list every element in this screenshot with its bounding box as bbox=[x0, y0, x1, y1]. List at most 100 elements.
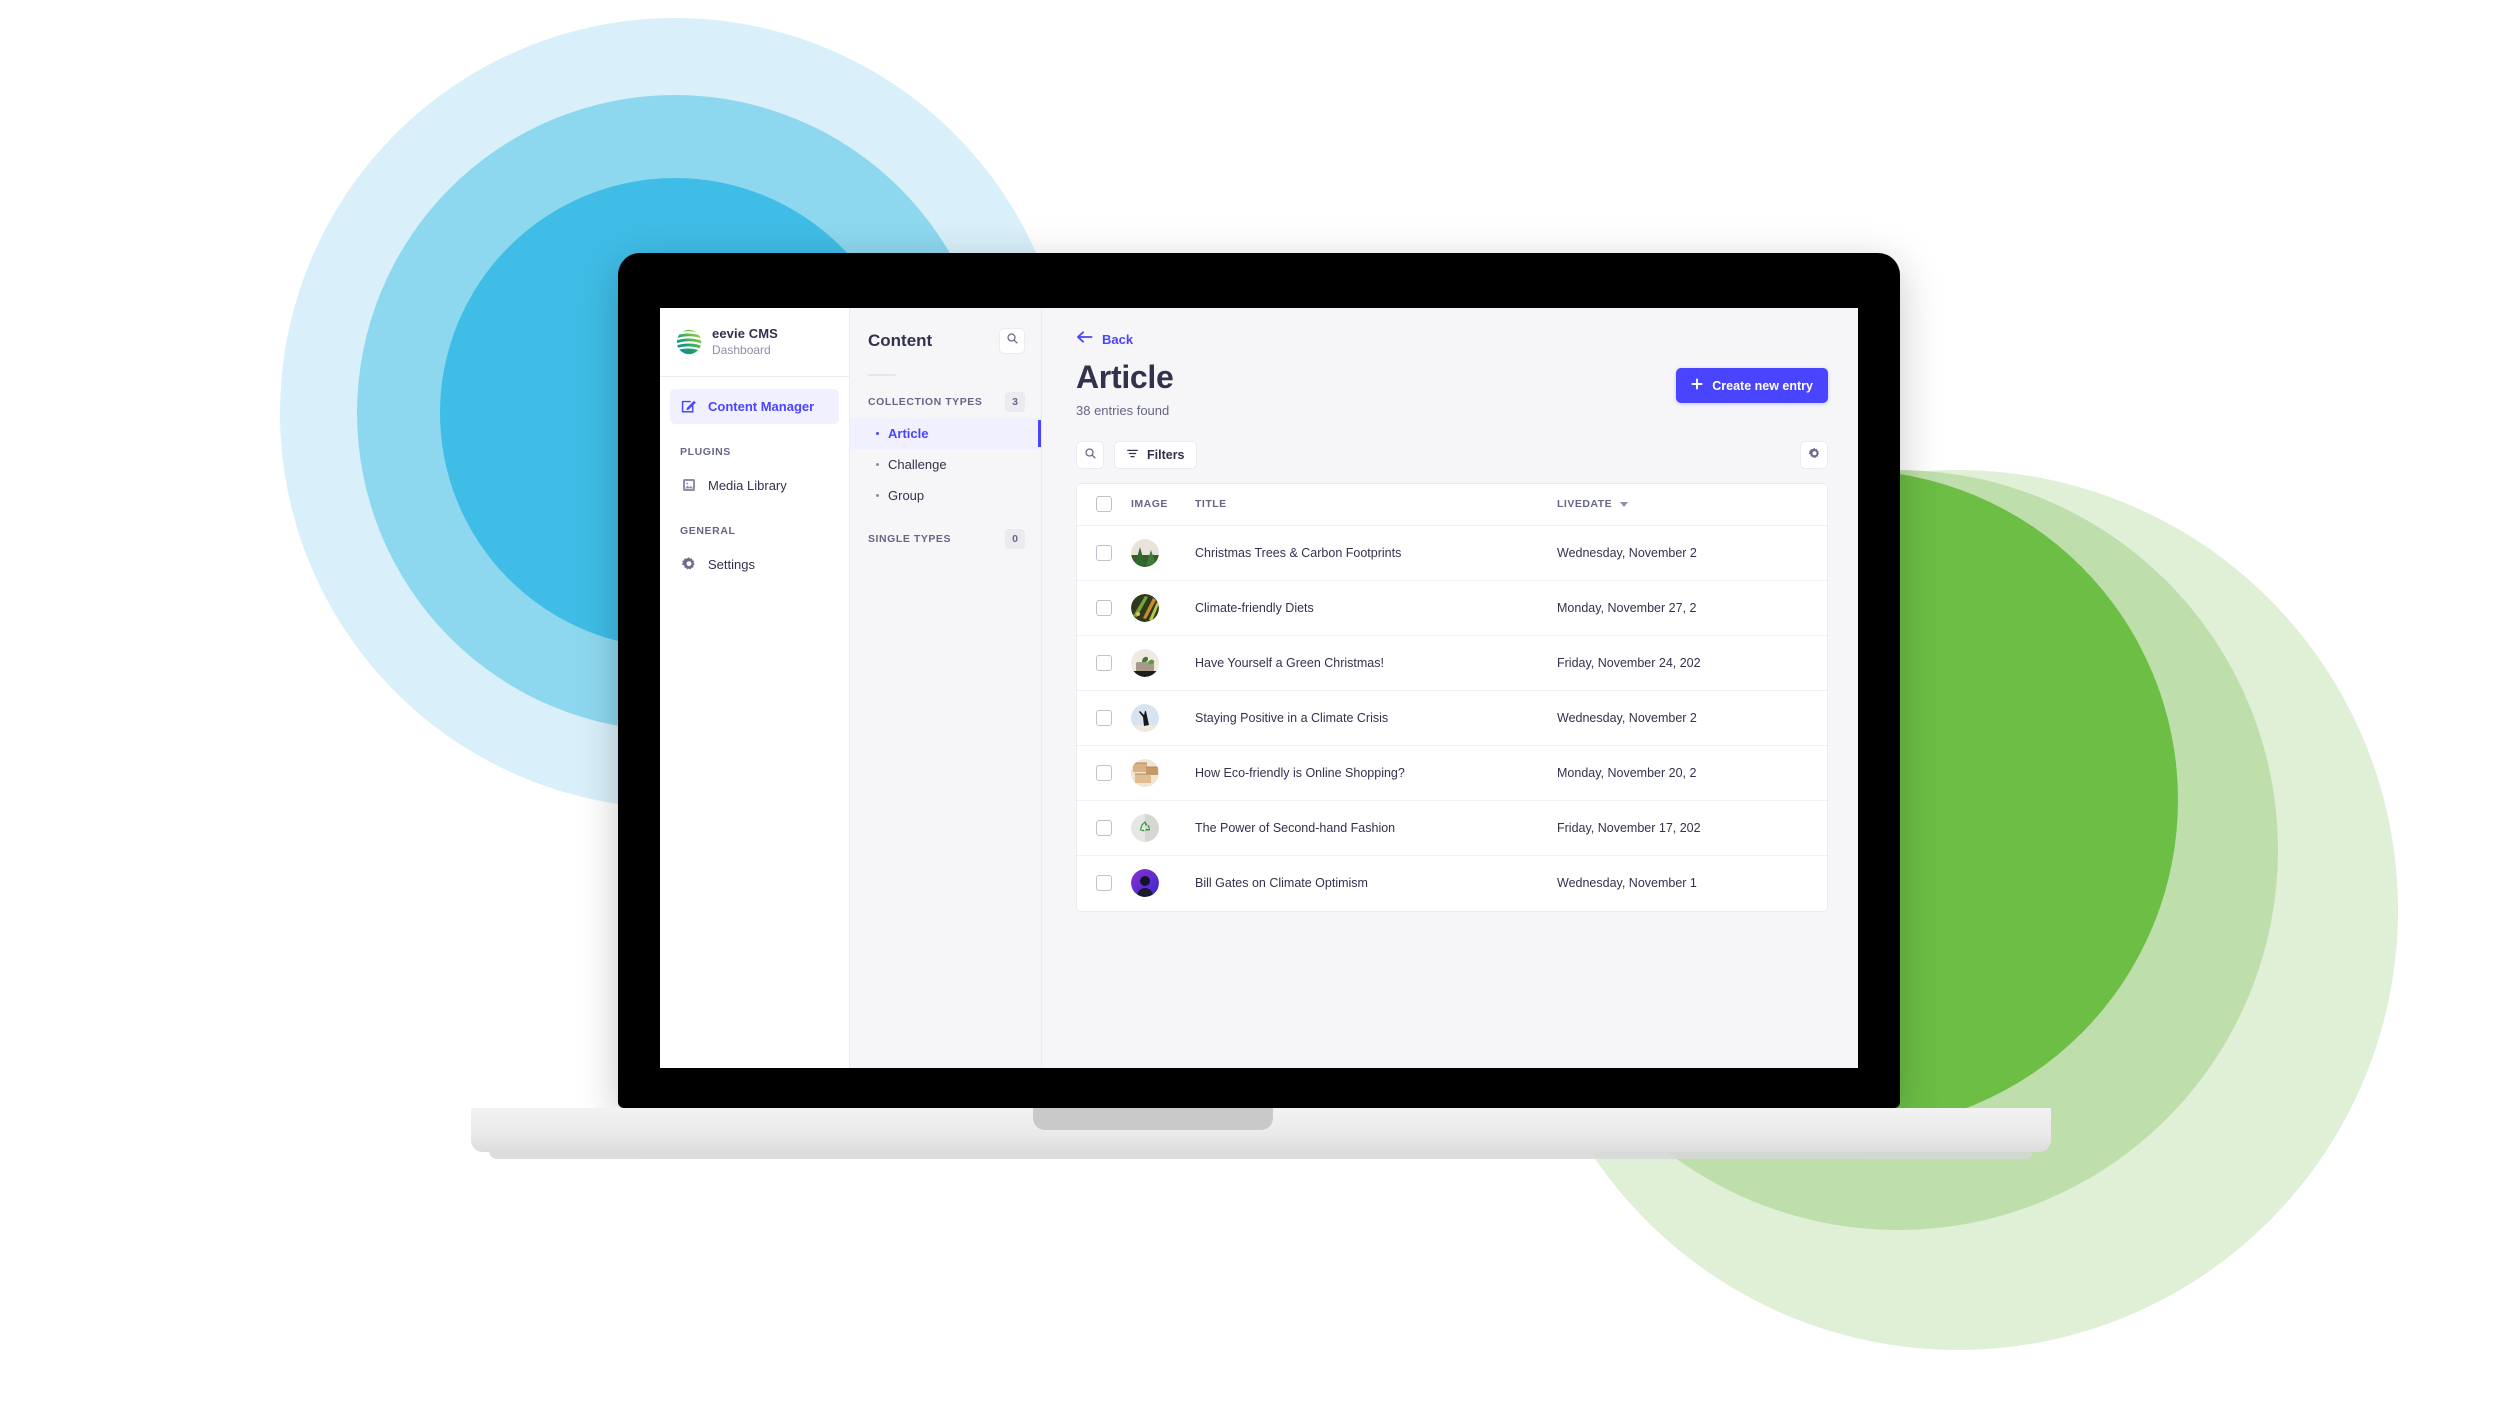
sidebar-divider bbox=[660, 375, 849, 377]
single-types-count: 0 bbox=[1005, 529, 1025, 549]
arrow-left-icon bbox=[1076, 330, 1093, 349]
row-image-cell bbox=[1131, 648, 1195, 677]
collection-type-label: Article bbox=[888, 426, 929, 441]
entries-count: 38 entries found bbox=[1076, 402, 1170, 418]
row-image-cell bbox=[1131, 703, 1195, 732]
row-select-cell bbox=[1077, 709, 1131, 726]
table-row[interactable]: How Eco-friendly is Online Shopping? Mon… bbox=[1077, 746, 1827, 801]
row-image-cell bbox=[1131, 869, 1195, 898]
recycle-symbol-thumb bbox=[1131, 813, 1159, 842]
bullet-icon bbox=[876, 432, 879, 435]
collection-types-label: COLLECTION TYPES bbox=[868, 396, 983, 408]
collection-type-label: Challenge bbox=[888, 457, 947, 472]
laptop-mockup: eevie CMS Dashboard Content Manager PLUG… bbox=[471, 253, 2051, 1159]
row-checkbox[interactable] bbox=[1096, 544, 1112, 561]
app-sidebar: eevie CMS Dashboard Content Manager PLUG… bbox=[660, 308, 850, 1068]
sidebar-item-label: Content Manager bbox=[708, 398, 815, 414]
content-panel-header: Content bbox=[850, 308, 1041, 364]
row-image-cell bbox=[1131, 813, 1195, 842]
pencil-square-icon bbox=[680, 398, 697, 415]
row-title: Have Yourself a Green Christmas! bbox=[1195, 655, 1384, 670]
bullet-icon bbox=[876, 463, 879, 466]
row-livedate: Wednesday, November 2 bbox=[1557, 545, 1697, 560]
content-types-panel: Content COLLECTION TYPES 3 Article Chall… bbox=[850, 308, 1042, 1068]
row-image-cell bbox=[1131, 538, 1195, 567]
purple-portrait-thumb bbox=[1131, 869, 1159, 898]
row-livedate: Friday, November 17, 202 bbox=[1557, 820, 1701, 835]
select-all-checkbox[interactable] bbox=[1096, 496, 1112, 513]
row-livedate: Monday, November 20, 2 bbox=[1557, 765, 1697, 780]
page-title: Article bbox=[1076, 359, 1174, 395]
content-panel-title: Content bbox=[868, 331, 933, 350]
create-new-entry-label: Create new entry bbox=[1712, 378, 1813, 393]
sidebar-item-label: Media Library bbox=[708, 477, 787, 493]
table-row[interactable]: Have Yourself a Green Christmas! Friday,… bbox=[1077, 636, 1827, 691]
table-settings-button[interactable] bbox=[1800, 440, 1828, 469]
content-search-button[interactable] bbox=[999, 328, 1025, 354]
filter-icon bbox=[1126, 447, 1139, 463]
collection-type-challenge[interactable]: Challenge bbox=[850, 449, 1041, 480]
row-select-cell bbox=[1077, 764, 1131, 781]
gift-plant-thumb bbox=[1131, 648, 1159, 677]
brand-subtitle: Dashboard bbox=[712, 342, 771, 357]
row-livedate: Friday, November 24, 202 bbox=[1557, 655, 1701, 670]
table-toolbar: Filters bbox=[1042, 418, 1858, 469]
brand-name: eevie CMS bbox=[712, 326, 778, 341]
table-row[interactable]: The Power of Second-hand Fashion Friday,… bbox=[1077, 801, 1827, 856]
sidebar-item-content-manager[interactable]: Content Manager bbox=[670, 388, 839, 424]
row-checkbox[interactable] bbox=[1096, 764, 1112, 781]
row-select-cell bbox=[1077, 544, 1131, 561]
row-image-cell bbox=[1131, 593, 1195, 622]
table-row[interactable]: Staying Positive in a Climate Crisis Wed… bbox=[1077, 691, 1827, 746]
back-label: Back bbox=[1102, 332, 1134, 347]
single-types-label: SINGLE TYPES bbox=[868, 533, 952, 545]
row-select-cell bbox=[1077, 654, 1131, 671]
laptop-screen: eevie CMS Dashboard Content Manager PLUG… bbox=[660, 308, 1858, 1068]
column-header-livedate-label: LIVEDATE bbox=[1557, 498, 1613, 511]
row-livedate: Wednesday, November 1 bbox=[1557, 876, 1697, 891]
row-checkbox[interactable] bbox=[1096, 654, 1112, 671]
row-select-cell bbox=[1077, 819, 1131, 836]
row-title: Staying Positive in a Climate Crisis bbox=[1195, 710, 1389, 725]
sidebar-group-title-general: GENERAL bbox=[680, 524, 736, 537]
entries-search-button[interactable] bbox=[1076, 440, 1104, 469]
person-arms-raised-thumb bbox=[1131, 703, 1159, 732]
single-types-header: SINGLE TYPES 0 bbox=[850, 523, 1041, 555]
filters-label: Filters bbox=[1147, 447, 1185, 462]
table-row[interactable]: Bill Gates on Climate Optimism Wednesday… bbox=[1077, 856, 1827, 911]
sidebar-group-title-plugins: PLUGINS bbox=[680, 445, 731, 458]
collection-types-count: 3 bbox=[1005, 392, 1025, 412]
laptop-trackpad-notch bbox=[1033, 1108, 1273, 1130]
create-new-entry-button[interactable]: Create new entry bbox=[1676, 368, 1828, 403]
select-all-cell bbox=[1077, 496, 1131, 513]
sidebar-item-label: Settings bbox=[708, 556, 755, 572]
table-row[interactable]: Christmas Trees & Carbon Footprints Wedn… bbox=[1077, 526, 1827, 581]
row-checkbox[interactable] bbox=[1096, 819, 1112, 836]
filters-button[interactable]: Filters bbox=[1114, 440, 1197, 469]
sidebar-item-media-library[interactable]: Media Library bbox=[670, 468, 839, 503]
collection-type-group[interactable]: Group bbox=[850, 480, 1041, 511]
main-content: Back Article 38 entries found Create new… bbox=[1042, 308, 1858, 1068]
row-title: Climate-friendly Diets bbox=[1195, 600, 1314, 615]
row-livedate: Monday, November 27, 2 bbox=[1557, 600, 1697, 615]
christmas-trees-thumb bbox=[1131, 538, 1159, 567]
column-header-livedate[interactable]: LIVEDATE bbox=[1557, 498, 1827, 510]
sidebar-item-settings[interactable]: Settings bbox=[670, 547, 839, 582]
table-row[interactable]: Climate-friendly Diets Monday, November … bbox=[1077, 581, 1827, 636]
eevie-globe-logo-icon bbox=[676, 329, 702, 355]
gear-icon bbox=[680, 556, 697, 573]
bullet-icon bbox=[876, 494, 879, 497]
row-checkbox[interactable] bbox=[1096, 709, 1112, 726]
row-title: Bill Gates on Climate Optimism bbox=[1195, 876, 1368, 891]
collection-type-label: Group bbox=[888, 488, 925, 503]
row-checkbox[interactable] bbox=[1096, 599, 1112, 616]
row-title: The Power of Second-hand Fashion bbox=[1195, 820, 1396, 835]
collection-type-article[interactable]: Article bbox=[850, 418, 1041, 449]
collection-types-header: COLLECTION TYPES 3 bbox=[850, 386, 1041, 418]
row-checkbox[interactable] bbox=[1096, 875, 1112, 892]
table-header-row: IMAGE TITLE LIVEDATE bbox=[1077, 483, 1827, 526]
row-livedate: Wednesday, November 2 bbox=[1557, 710, 1697, 725]
brand-header[interactable]: eevie CMS Dashboard bbox=[660, 308, 849, 376]
back-link[interactable]: Back bbox=[1042, 308, 1858, 349]
search-icon bbox=[1006, 332, 1019, 350]
